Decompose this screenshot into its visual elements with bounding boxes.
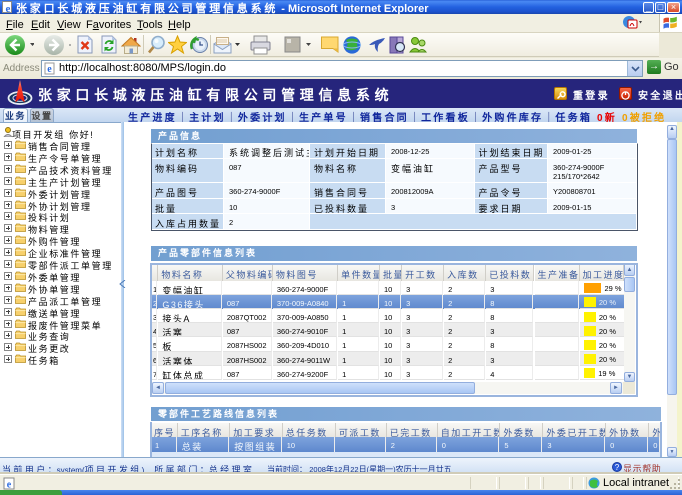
svg-text:e: e [6, 3, 11, 13]
svg-text:e: e [7, 480, 12, 491]
svg-text:e: e [47, 64, 52, 75]
svg-text:?: ? [615, 463, 620, 472]
